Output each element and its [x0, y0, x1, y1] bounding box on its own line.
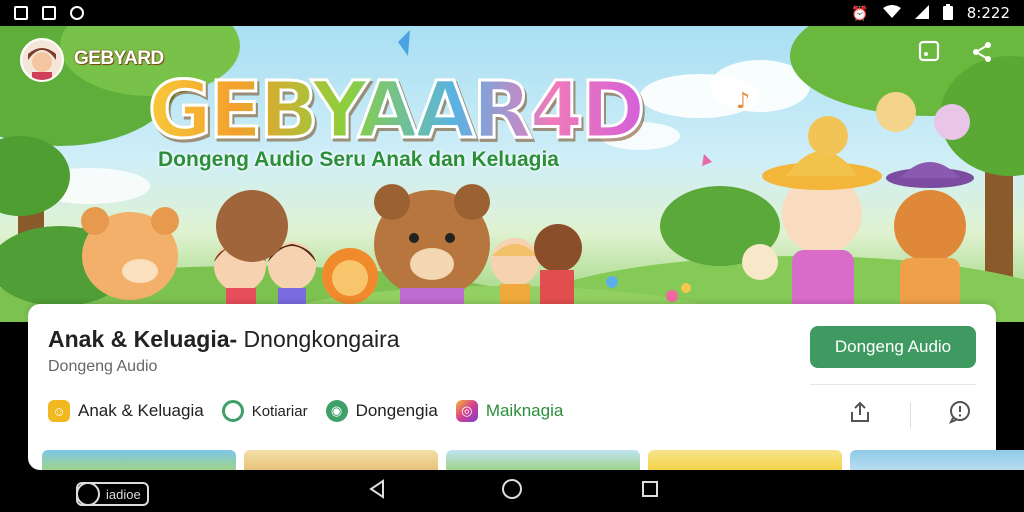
channel-subtitle: Dongeng Audio [48, 358, 158, 375]
channel-title: Anak & Keluagia- Dnongkongaira [48, 326, 400, 353]
chip-anak-keluagia[interactable]: ☺ Anak & Keluagia [48, 400, 204, 422]
nav-left-pill[interactable]: iadioe [76, 482, 149, 506]
share-up-icon [848, 400, 872, 429]
chip-label: Anak & Keluagia [78, 401, 204, 420]
smiley-icon: ☺ [48, 400, 70, 422]
clock-icon [221, 400, 244, 422]
channel-title-bold: Anak & Keluagia- [48, 326, 238, 352]
home-icon [501, 478, 523, 505]
wifi-icon [882, 4, 901, 22]
banner-title: GEBYAAR4D [146, 65, 646, 158]
recents-icon [641, 480, 659, 503]
video-thumbnail[interactable] [446, 450, 640, 470]
status-left-icons [14, 6, 84, 20]
category-chips: ☺ Anak & Keluagia Kotiariar ◉ Dongengia … [48, 400, 563, 422]
home-button[interactable] [499, 478, 525, 504]
back-button[interactable] [364, 478, 390, 504]
disc-icon: ◉ [325, 400, 348, 422]
channel-banner: ♪ GEBYARD GEBYAAR4D Dongeng Audio Seru A… [0, 26, 1024, 322]
chip-label: Dongengia [355, 401, 438, 420]
battery-icon [942, 3, 953, 23]
feedback-icon [948, 400, 972, 429]
feedback-button[interactable] [946, 400, 974, 428]
action-separator [910, 402, 911, 428]
video-thumbnail[interactable] [648, 450, 842, 470]
status-time: 8:222 [966, 4, 1010, 22]
video-thumbnails [42, 450, 1024, 470]
svg-text:♪: ♪ [736, 89, 750, 114]
channel-avatar[interactable] [20, 38, 64, 82]
chip-dongengia[interactable]: ◉ Dongengia [325, 400, 438, 422]
sync-notification-icon [70, 6, 84, 20]
back-icon [368, 478, 386, 504]
alarm-icon: ⏰ [851, 4, 869, 21]
channel-title-rest: Dnongkongaira [237, 326, 400, 352]
status-right-icons: ⏰ 8:222 [851, 3, 1010, 23]
channel-info-card: Anak & Keluagia- Dnongkongaira Dongeng A… [28, 304, 1024, 470]
chip-label: Maiknagia [485, 401, 564, 420]
recents-button[interactable] [637, 478, 663, 504]
status-bar: ⏰ 8:222 [0, 0, 1024, 26]
divider [810, 384, 976, 385]
banner-tagline: Dongeng Audio Seru Anak dan Keluagia [158, 148, 559, 171]
chip-kotiariar[interactable]: Kotiariar [221, 400, 308, 422]
photo-notification-icon [42, 6, 56, 20]
video-thumbnail[interactable] [42, 450, 236, 470]
chip-label: Kotiariar [251, 402, 308, 420]
system-nav-bar: iadioe [0, 470, 1024, 512]
video-thumbnail[interactable] [244, 450, 438, 470]
share-button[interactable] [970, 40, 1010, 80]
dongeng-audio-button[interactable]: Dongeng Audio [810, 326, 976, 368]
chip-maiknagia[interactable]: ◎ Maiknagia [455, 400, 564, 422]
nav-left-label: iadioe [106, 486, 141, 502]
assistant-icon [76, 482, 100, 506]
signal-icon [914, 4, 929, 22]
gallery-notification-icon [14, 6, 28, 20]
video-thumbnail[interactable] [850, 450, 1024, 470]
instagram-icon: ◎ [455, 400, 478, 422]
cast-button[interactable] [918, 40, 958, 80]
share-up-button[interactable] [846, 400, 874, 428]
